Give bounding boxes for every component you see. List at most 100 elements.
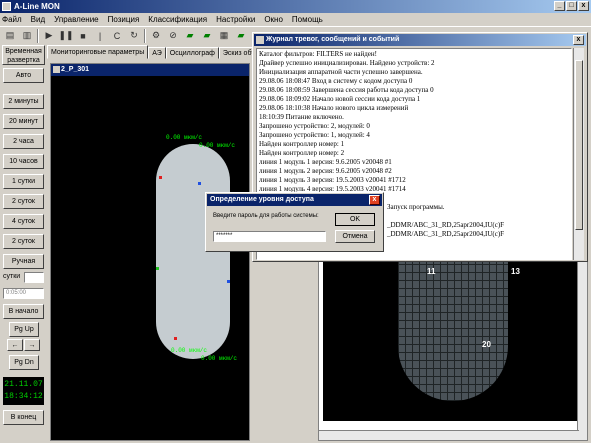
alarm-icon[interactable]: ▰ — [200, 29, 214, 43]
log-line: Каталог фильтров: FILTERS не найден! — [259, 50, 377, 58]
menu-view[interactable]: Вид — [31, 15, 45, 24]
sensor-marker[interactable] — [174, 337, 177, 340]
access-dialog-titlebar: Определение уровня доступа x — [207, 194, 382, 206]
tab-oscilloscope[interactable]: Осциллограф — [165, 47, 219, 59]
time-2day-alt-button[interactable]: 2 суток — [3, 234, 44, 249]
next-button[interactable]: → — [24, 339, 40, 351]
log-line: Инициализация аппаратной части успешно з… — [259, 68, 423, 76]
menu-position[interactable]: Позиция — [108, 15, 140, 24]
menu-file[interactable]: Файл — [2, 15, 22, 24]
time-auto-button[interactable]: Авто — [3, 68, 44, 83]
close-button[interactable]: x — [578, 1, 589, 11]
access-dialog-title: Определение уровня доступа — [210, 196, 314, 203]
refresh-icon[interactable]: ⚙ — [149, 29, 163, 43]
chart-icon[interactable]: ▰ — [183, 29, 197, 43]
sensor-number: 11 — [427, 267, 436, 276]
time-scale-panel: Временная развертка Авто 2 минуты 20 мин… — [0, 44, 47, 443]
scroll-thumb[interactable] — [575, 60, 583, 230]
time-manual-button[interactable]: Ручная — [3, 254, 44, 269]
log-line: 29.08.06 18:09:02 Начало новой сессии ко… — [259, 95, 421, 103]
open-icon[interactable]: ▥ — [20, 29, 34, 43]
sensor-marker[interactable] — [227, 280, 230, 283]
forward-icon[interactable]: ↻ — [127, 29, 141, 43]
window-controls: _ □ x — [554, 1, 589, 11]
menu-window[interactable]: Окно — [264, 15, 283, 24]
time-20min-button[interactable]: 20 минут — [3, 114, 44, 129]
log-line: Запрошено устройство: 2, модулей: 0 — [259, 122, 370, 130]
panel-icon[interactable]: ▤ — [3, 29, 17, 43]
menubar: Файл Вид Управление Позиция Классификаци… — [0, 13, 591, 26]
vessel-view-title-text: 2_P_301 — [61, 66, 90, 73]
log-line: 29.08.06 18:08:47 Вход в систему с кодом… — [259, 77, 413, 85]
sensor-number: 20 — [482, 340, 491, 349]
sensor-marker[interactable] — [156, 267, 159, 270]
sensor-label: 0.00 мкм/с — [166, 134, 203, 141]
log-line: 29.08.06 18:08:59 Завершена сессия работ… — [259, 86, 434, 94]
page-up-button[interactable]: Pg Up — [9, 322, 39, 337]
vessel-view-title: 2_P_301 — [51, 64, 249, 76]
time-4day-button[interactable]: 4 суток — [3, 214, 44, 229]
time-2h-button[interactable]: 2 часа — [3, 134, 44, 149]
transducer-icon[interactable]: ▰ — [234, 29, 248, 43]
time-2day-button[interactable]: 2 суток — [3, 194, 44, 209]
clock-time: 18:34:12 — [4, 392, 43, 401]
menu-classification[interactable]: Классификация — [148, 15, 207, 24]
time-value-field[interactable]: 0:05:00 — [3, 288, 44, 299]
tab-ae[interactable]: АЭ — [148, 47, 166, 59]
menu-control[interactable]: Управление — [54, 15, 98, 24]
vertical-scrollbar[interactable] — [577, 261, 587, 440]
window-icon — [53, 66, 60, 73]
access-level-dialog: Определение уровня доступа x Введите пар… — [205, 192, 384, 252]
stop-icon[interactable]: ■ — [76, 29, 90, 43]
menu-settings[interactable]: Настройки — [216, 15, 255, 24]
time-10h-button[interactable]: 10 часов — [3, 154, 44, 169]
app-titlebar: A-Line MON _ □ x — [0, 0, 591, 13]
menu-help[interactable]: Помощь — [292, 15, 323, 24]
prev-button[interactable]: ← — [7, 339, 23, 351]
app-title: A-Line MON — [14, 2, 60, 11]
record-icon[interactable]: | — [93, 29, 107, 43]
settings-icon[interactable]: ⊘ — [166, 29, 180, 43]
close-icon[interactable]: x — [573, 35, 584, 45]
maximize-button[interactable]: □ — [566, 1, 577, 11]
goto-end-button[interactable]: В конец — [3, 410, 44, 425]
password-field[interactable]: ******* — [213, 231, 326, 242]
days-spinner[interactable] — [24, 272, 44, 283]
sensor-label: 0.00 мкм/с — [201, 355, 238, 362]
horizontal-scrollbar[interactable] — [319, 430, 579, 440]
clock-display: 21.11.07 18:34:12 — [3, 377, 44, 405]
log-line: 18:10:39 Питание включено. — [259, 113, 344, 121]
close-icon[interactable]: x — [369, 195, 380, 205]
sensor-marker[interactable] — [159, 176, 162, 179]
log-line: линия 1 модуль 1 версия: 9.6.2005 v20048… — [259, 158, 392, 166]
sensor-marker[interactable] — [198, 182, 201, 185]
log-line: 29.08.06 18:10:38 Начало нового цикла из… — [259, 104, 409, 112]
time-scale-title: Временная развертка — [2, 45, 45, 65]
vessel-view-left[interactable]: 2_P_301 0.00 мкм/с 0.00 мкм/с 0.00 мкм/с… — [50, 63, 250, 441]
time-2min-button[interactable]: 2 минуты — [3, 94, 44, 109]
event-log-titlebar: Журнал тревог, сообщений и событий x — [254, 34, 586, 46]
toolbar-separator — [37, 28, 39, 43]
toolbar-separator — [144, 28, 146, 43]
log-line: Найден контроллер номер: 1 — [259, 140, 345, 148]
sensor-label: 0.00 мкм/с — [199, 142, 236, 149]
app-icon — [2, 2, 11, 11]
password-prompt: Введите пароль для работы системы: — [213, 213, 319, 219]
vessel-view-right[interactable]: 11 13 20 — [318, 260, 588, 441]
log-line: Найден контроллер номер: 2 — [259, 149, 345, 157]
clock-date: 21.11.07 — [4, 380, 43, 389]
play-icon[interactable]: ▶ — [42, 29, 56, 43]
window-icon — [256, 36, 264, 44]
ok-button[interactable]: OK — [335, 213, 375, 226]
minimize-button[interactable]: _ — [554, 1, 565, 11]
time-1day-button[interactable]: 1 сутки — [3, 174, 44, 189]
event-log-title: Журнал тревог, сообщений и событий — [266, 36, 400, 43]
rewind-icon[interactable]: C — [110, 29, 124, 43]
goto-begin-button[interactable]: В начало — [3, 304, 44, 319]
event-log-scrollbar[interactable] — [573, 48, 584, 260]
sensor-icon[interactable]: ▦ — [217, 29, 231, 43]
tab-monitoring[interactable]: Мониторинговые параметры — [47, 45, 149, 59]
page-down-button[interactable]: Pg Dn — [9, 355, 39, 370]
pause-icon[interactable]: ❚❚ — [58, 29, 73, 43]
cancel-button[interactable]: Отмена — [335, 230, 375, 243]
